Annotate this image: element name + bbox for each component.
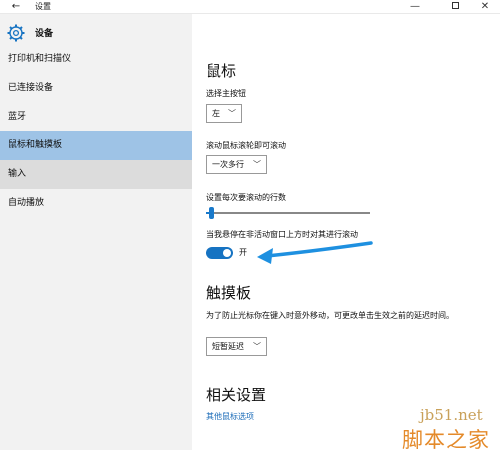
primary-button-dropdown[interactable]: 左 ﹀	[206, 104, 242, 123]
chevron-down-icon: ﹀	[253, 160, 261, 169]
watermark-brand: 脚本之家	[402, 428, 490, 450]
close-button[interactable]: ✕	[470, 0, 500, 14]
touchpad-description: 为了防止光标你在键入时意外移动，可更改单击生效之前的延迟时间。	[206, 311, 454, 320]
toggle-knob	[223, 249, 231, 257]
annotation-arrow	[257, 241, 373, 264]
sidebar-header: 设备	[0, 18, 192, 48]
lines-slider-thumb[interactable]	[208, 207, 214, 219]
mouse-heading: 鼠标	[206, 62, 237, 80]
back-arrow-icon[interactable]: ←	[9, 0, 23, 14]
sidebar-title: 设备	[35, 29, 54, 39]
title-bar: ← 设置 — ✕	[0, 0, 500, 14]
minimize-button[interactable]: —	[400, 0, 430, 14]
sidebar-item-printers[interactable]: 打印机和扫描仪	[0, 45, 192, 74]
main-content: 鼠标 选择主按钮 左 ﹀ 滚动鼠标滚轮即可滚动 一次多行 ﹀ 设置每次要滚动的行…	[192, 14, 500, 450]
sidebar-item-typing[interactable]: 输入	[0, 160, 192, 189]
touchpad-heading: 触摸板	[206, 284, 252, 302]
maximize-icon	[451, 1, 459, 9]
watermark-url: jb51.net	[420, 406, 483, 424]
sidebar-item-mouse-touchpad[interactable]: 鼠标和触摸板	[0, 131, 192, 160]
lines-slider-track[interactable]	[206, 212, 370, 214]
scroll-label: 滚动鼠标滚轮即可滚动	[206, 141, 286, 150]
chevron-down-icon: ﹀	[228, 109, 236, 118]
additional-mouse-options-link[interactable]: 其他鼠标选项	[206, 411, 254, 422]
touchpad-delay-value: 短暂延迟	[212, 342, 244, 351]
sidebar: 设备 打印机和扫描仪 已连接设备 蓝牙 鼠标和触摸板 输入 自动播放	[0, 14, 192, 450]
maximize-button[interactable]	[440, 0, 470, 14]
gear-icon	[7, 24, 25, 42]
window-title: 设置	[35, 2, 51, 11]
lines-to-scroll-label: 设置每次要滚动的行数	[206, 193, 286, 202]
scroll-mode-dropdown[interactable]: 一次多行 ﹀	[206, 155, 267, 174]
primary-button-value: 左	[212, 109, 220, 118]
sidebar-item-autoplay[interactable]: 自动播放	[0, 189, 192, 218]
scroll-mode-value: 一次多行	[212, 160, 244, 169]
chevron-down-icon: ﹀	[253, 342, 261, 351]
sidebar-item-connected-devices[interactable]: 已连接设备	[0, 74, 192, 103]
watermark: jb51.net 脚本之家	[374, 404, 500, 450]
touchpad-delay-dropdown[interactable]: 短暂延迟 ﹀	[206, 337, 267, 356]
related-settings-heading: 相关设置	[206, 386, 267, 404]
primary-button-label: 选择主按钮	[206, 89, 246, 98]
sidebar-item-bluetooth[interactable]: 蓝牙	[0, 103, 192, 132]
inactive-scroll-toggle[interactable]	[206, 247, 233, 259]
toggle-state-label: 开	[239, 248, 247, 257]
